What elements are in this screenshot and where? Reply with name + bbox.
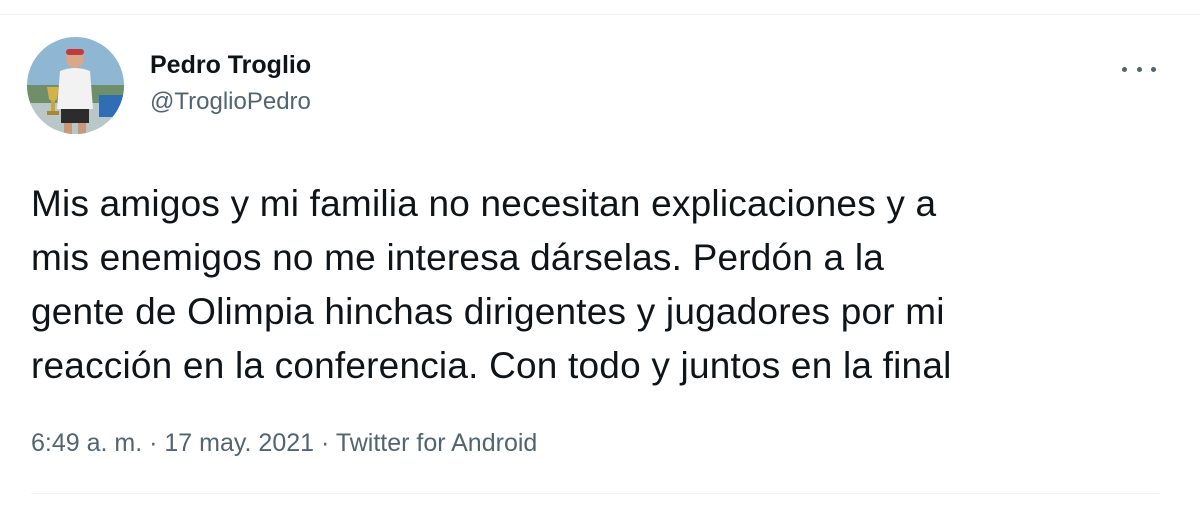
tweet-source-link[interactable]: Twitter for Android bbox=[336, 429, 537, 457]
author-display-name[interactable]: Pedro Troglio bbox=[150, 51, 311, 79]
meta-separator: · bbox=[149, 429, 158, 457]
tweet-screenshot: Pedro Troglio @TroglioPedro Mis amigos y… bbox=[0, 0, 1200, 506]
more-options-icon bbox=[1136, 66, 1142, 72]
tweet-card[interactable]: Pedro Troglio @TroglioPedro Mis amigos y… bbox=[0, 15, 1200, 495]
meta-separator: · bbox=[321, 429, 330, 457]
bottom-divider bbox=[31, 493, 1159, 494]
more-options-icon bbox=[1151, 66, 1156, 72]
more-options-button[interactable] bbox=[1122, 59, 1156, 79]
more-options-icon bbox=[1122, 66, 1127, 72]
tweet-text-line: reacción en la conferencia. Con todo y j… bbox=[31, 345, 952, 386]
author-handle[interactable]: @TroglioPedro bbox=[150, 88, 311, 116]
avatar-photo-icon bbox=[27, 37, 124, 134]
tweet-time[interactable]: 6:49 a. m. bbox=[31, 429, 142, 457]
tweet-text: Mis amigos y mi familia no necesitan exp… bbox=[31, 177, 1181, 393]
tweet-text-line: mis enemigos no me interesa dárselas. Pe… bbox=[31, 237, 885, 278]
tweet-text-line: gente de Olimpia hinchas dirigentes y ju… bbox=[31, 291, 945, 332]
tweet-text-line: Mis amigos y mi familia no necesitan exp… bbox=[31, 183, 937, 224]
author-info: Pedro Troglio @TroglioPedro bbox=[150, 51, 311, 116]
author-avatar[interactable] bbox=[27, 37, 124, 134]
tweet-date[interactable]: 17 may. 2021 bbox=[164, 429, 314, 457]
tweet-metadata: 6:49 a. m. · 17 may. 2021 · Twitter for … bbox=[31, 428, 537, 458]
